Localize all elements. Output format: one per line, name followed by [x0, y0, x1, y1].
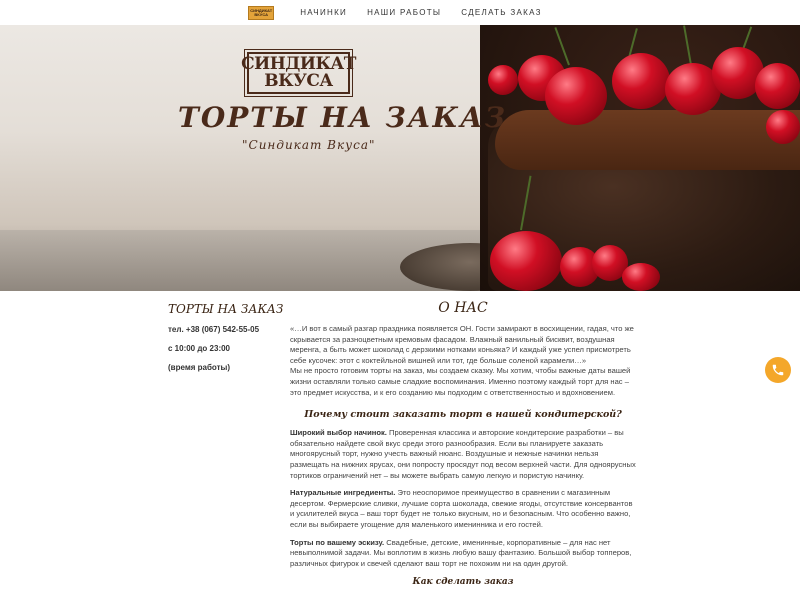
- cherry: [490, 231, 562, 291]
- how-to-order-heading: Как сделать заказ: [412, 577, 514, 588]
- cherry: [612, 53, 670, 109]
- nav-item-our-works[interactable]: НАШИ РАБОТЫ: [367, 8, 441, 17]
- cherry: [766, 110, 800, 144]
- reason-title: Натуральные ингредиенты.: [290, 488, 396, 498]
- hero-subtitle: "Синдикат Вкуса": [242, 138, 376, 152]
- about-paragraph-quote: «…И вот в самый разгар праздника появляе…: [290, 324, 634, 365]
- sidebar-title: ТОРТЫ НА ЗАКАЗ: [168, 302, 284, 316]
- cherry: [755, 63, 800, 109]
- hero-logo-line2: ВКУСА: [264, 71, 333, 91]
- reason-sketch: Торты по вашему эскизу. Свадебные, детск…: [290, 538, 636, 570]
- hero-title: ТОРТЫ НА ЗАКАЗ: [178, 101, 507, 134]
- reason-title: Торты по вашему эскизу.: [290, 537, 385, 547]
- call-button[interactable]: [765, 357, 791, 383]
- sidebar-phone[interactable]: тел. +38 (067) 542-55-05: [168, 325, 259, 334]
- hero-logo: СИНДИКАТ ВКУСА: [241, 49, 356, 97]
- sidebar-hours: с 10:00 до 23:00: [168, 344, 231, 353]
- cherry: [488, 65, 518, 95]
- nav-item-order[interactable]: СДЕЛАТЬ ЗАКАЗ: [461, 8, 541, 17]
- cherry: [622, 263, 660, 291]
- about-paragraph: Мы не просто готовим торты на заказ, мы …: [290, 366, 631, 397]
- reason-fillings: Широкий выбор начинок. Проверенная класс…: [290, 428, 636, 481]
- hero-banner: СИНДИКАТ ВКУСА ТОРТЫ НА ЗАКАЗ "Синдикат …: [0, 25, 800, 291]
- phone-icon: [772, 364, 784, 376]
- cherry: [545, 67, 607, 125]
- nav-logo[interactable]: СИНДИКАТ ВКУСА: [248, 5, 275, 20]
- about-heading: О НАС: [438, 300, 488, 316]
- why-heading: Почему стоит заказать торт в нашей конди…: [304, 409, 622, 421]
- reason-ingredients: Натуральные ингредиенты. Это неоспоримое…: [290, 488, 636, 530]
- chocolate-topping: [495, 110, 800, 170]
- nav-item-fillings[interactable]: НАЧИНКИ: [300, 8, 347, 17]
- nav-logo-line2: ВКУСА: [254, 11, 269, 17]
- top-nav: СИНДИКАТ ВКУСА НАЧИНКИ НАШИ РАБОТЫ СДЕЛА…: [0, 0, 800, 25]
- main-content: О НАС «…И вот в самый разгар праздника п…: [290, 300, 636, 587]
- reason-title: Широкий выбор начинок.: [290, 428, 387, 438]
- sidebar-hours-note: (время работы): [168, 363, 230, 372]
